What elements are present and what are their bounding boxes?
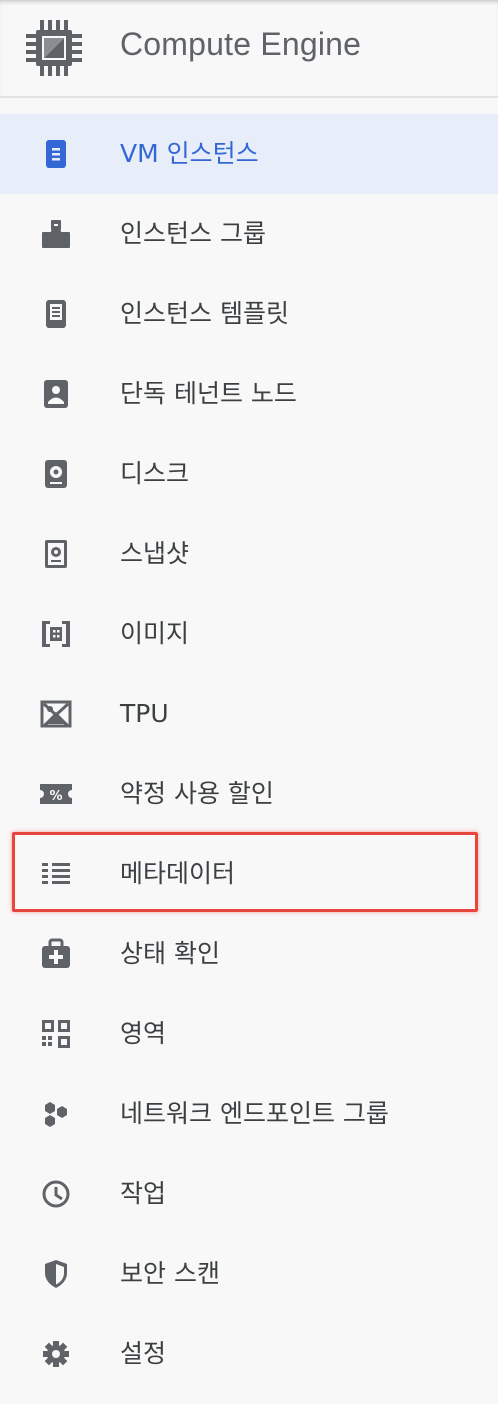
image-icon: [38, 618, 74, 650]
svg-text:%: %: [49, 789, 62, 804]
sidebar-item-label: 작업: [120, 1179, 167, 1208]
sidebar-item-label: 설정: [120, 1339, 167, 1368]
sidebar-item-security-scans[interactable]: 보안 스캔: [0, 1234, 498, 1314]
sidebar-item-disks[interactable]: 디스크: [0, 434, 498, 514]
sidebar-item-label: 영역: [120, 1019, 167, 1048]
sidebar-item-sole-tenant-nodes[interactable]: 단독 테넌트 노드: [0, 354, 498, 434]
page-title: Compute Engine: [120, 26, 362, 62]
sidebar-item-metadata[interactable]: 메타데이터: [0, 834, 498, 914]
sidebar-item-label: 디스크: [120, 459, 190, 488]
sidebar-item-label: 메타데이터: [120, 859, 236, 888]
snapshot-icon: [38, 538, 74, 570]
sidebar-item-committed-use-discounts[interactable]: % 약정 사용 할인: [0, 754, 498, 834]
sidebar-item-label: 인스턴스 그룹: [120, 219, 266, 248]
security-scan-shield-icon: [38, 1258, 74, 1290]
sidebar-item-snapshots[interactable]: 스냅샷: [0, 514, 498, 594]
instance-template-icon: [38, 298, 74, 330]
sidebar-item-images[interactable]: 이미지: [0, 594, 498, 674]
sidebar-nav: VM 인스턴스 인스턴스 그룹 인스턴스 템플릿 단독 테넌트 노드 디스크 스…: [0, 114, 498, 1394]
sidebar-item-settings[interactable]: 설정: [0, 1314, 498, 1394]
sidebar-item-label: TPU: [120, 699, 169, 728]
sidebar-item-instance-templates[interactable]: 인스턴스 템플릿: [0, 274, 498, 354]
sidebar-item-zones[interactable]: 영역: [0, 994, 498, 1074]
sidebar-item-tpu[interactable]: TPU: [0, 674, 498, 754]
sidebar-item-label: 스냅샷: [120, 539, 190, 568]
sidebar-item-label: 상태 확인: [120, 939, 220, 968]
settings-gear-icon: [38, 1338, 74, 1370]
sidebar-item-label: 인스턴스 템플릿: [120, 299, 289, 328]
sidebar-item-label: 이미지: [120, 619, 190, 648]
sidebar-item-label: 단독 테넌트 노드: [120, 379, 297, 408]
sidebar-item-label: 약정 사용 할인: [120, 779, 274, 808]
sidebar-item-health-checks[interactable]: 상태 확인: [0, 914, 498, 994]
sidebar-item-vm-instances[interactable]: VM 인스턴스: [0, 114, 498, 194]
sidebar-item-operations[interactable]: 작업: [0, 1154, 498, 1234]
sidebar-item-label: 네트워크 엔드포인트 그룹: [120, 1099, 389, 1128]
network-endpoint-group-icon: [38, 1098, 74, 1130]
sidebar-item-instance-groups[interactable]: 인스턴스 그룹: [0, 194, 498, 274]
committed-use-discount-icon: %: [38, 778, 74, 810]
compute-engine-chip-icon: [22, 16, 86, 80]
metadata-icon: [38, 858, 74, 890]
health-check-icon: [38, 938, 74, 970]
zones-icon: [38, 1018, 74, 1050]
disk-icon: [38, 458, 74, 490]
sole-tenant-node-icon: [38, 378, 74, 410]
sidebar-item-network-endpoint-groups[interactable]: 네트워크 엔드포인트 그룹: [0, 1074, 498, 1154]
tpu-icon: [38, 698, 74, 730]
operations-clock-icon: [38, 1178, 74, 1210]
instance-group-icon: [38, 218, 74, 250]
app-header: Compute Engine: [0, 0, 498, 98]
sidebar-item-label: VM 인스턴스: [120, 139, 259, 168]
sidebar-item-label: 보안 스캔: [120, 1259, 220, 1288]
vm-instance-icon: [38, 138, 74, 170]
